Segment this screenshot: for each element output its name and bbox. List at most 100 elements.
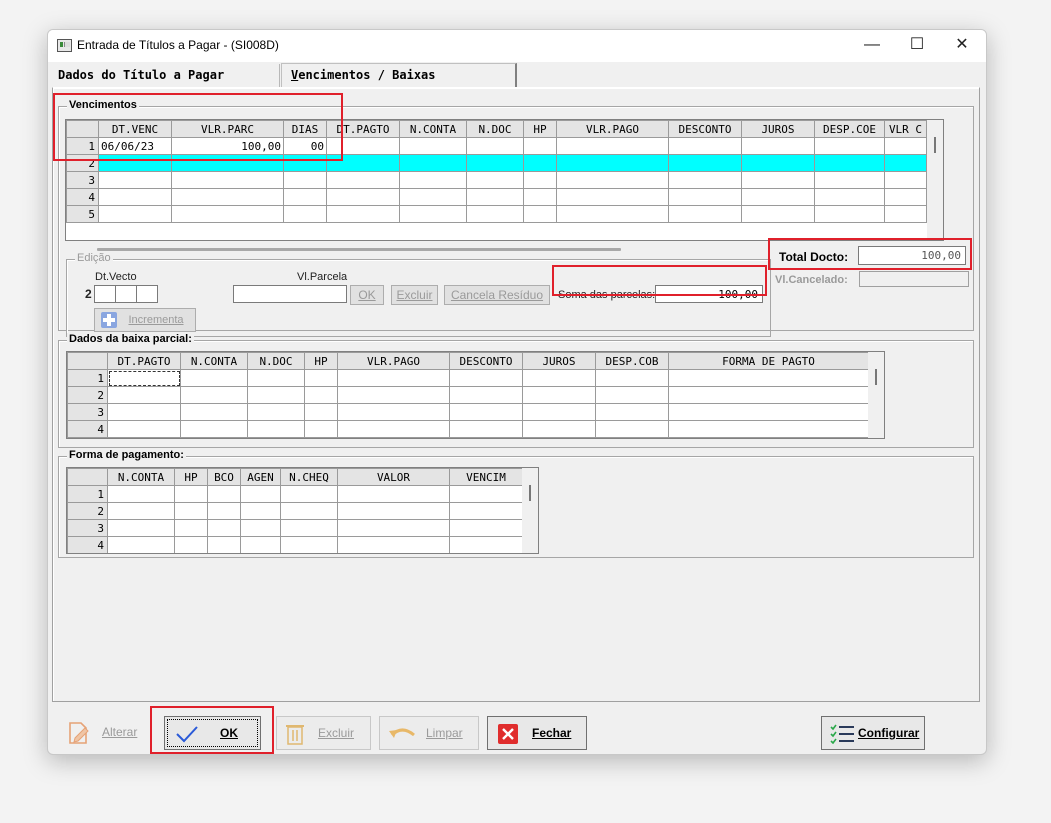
venc-col-desp-coe[interactable]: DESP.COE <box>814 120 885 138</box>
table-cell-n-conta[interactable] <box>399 188 467 206</box>
table-cell-vlr-pago[interactable] <box>556 205 669 223</box>
table-cell-desconto[interactable] <box>449 369 523 387</box>
table-cell-vlr-parc[interactable] <box>171 171 284 189</box>
cancela-residuo-button[interactable]: Cancela Resíduo <box>444 285 550 305</box>
baixa-vscrollbar[interactable] <box>868 352 884 438</box>
table-cell-agen[interactable] <box>240 519 281 537</box>
table-row[interactable]: 2 <box>67 502 523 520</box>
table-cell-hp[interactable] <box>523 188 557 206</box>
table-cell-n-doc[interactable] <box>247 420 305 438</box>
table-cell-desconto[interactable] <box>668 154 742 172</box>
table-cell-bco[interactable] <box>207 502 241 520</box>
table-cell-valor[interactable] <box>337 502 450 520</box>
table-cell-desp-coe[interactable] <box>814 154 885 172</box>
table-cell-desp-coe[interactable] <box>814 171 885 189</box>
table-cell-forma-de-pagto[interactable] <box>668 420 869 438</box>
table-row[interactable]: 5 <box>66 205 927 223</box>
table-cell-dt-pagto[interactable] <box>107 369 181 387</box>
table-cell-dt-venc[interactable] <box>98 171 172 189</box>
table-cell-vlr-pago[interactable] <box>337 369 450 387</box>
table-cell-desp-coe[interactable] <box>814 188 885 206</box>
baixa-col-juros[interactable]: JUROS <box>522 352 596 370</box>
table-cell-vlr-c[interactable] <box>884 137 927 155</box>
table-cell-vlr-parc[interactable] <box>171 205 284 223</box>
table-cell-vencim[interactable] <box>449 502 523 520</box>
row-number[interactable]: 2 <box>67 386 108 404</box>
table-row[interactable]: 3 <box>67 519 523 537</box>
table-cell-n-doc[interactable] <box>247 386 305 404</box>
table-cell-n-doc[interactable] <box>247 369 305 387</box>
table-cell-desp-cob[interactable] <box>595 386 669 404</box>
table-cell-agen[interactable] <box>240 485 281 503</box>
table-cell-dt-pagto[interactable] <box>326 171 400 189</box>
table-cell-vlr-parc[interactable]: 100,00 <box>171 137 284 155</box>
baixa-col-n-conta[interactable]: N.CONTA <box>180 352 248 370</box>
vl-parcela-field[interactable] <box>233 285 347 303</box>
table-cell-n-conta[interactable] <box>180 386 248 404</box>
table-cell-n-doc[interactable] <box>247 403 305 421</box>
venc-col-vlr-pago[interactable]: VLR.PAGO <box>556 120 669 138</box>
table-cell-n-conta[interactable] <box>399 171 467 189</box>
forma-col-agen[interactable]: AGEN <box>240 468 281 486</box>
table-cell-hp[interactable] <box>523 171 557 189</box>
table-cell-n-cheq[interactable] <box>280 502 338 520</box>
table-cell-desconto[interactable] <box>668 137 742 155</box>
row-number[interactable]: 3 <box>67 403 108 421</box>
table-cell-vencim[interactable] <box>449 536 523 553</box>
table-cell-vlr-pago[interactable] <box>337 403 450 421</box>
table-cell-juros[interactable] <box>741 171 815 189</box>
venc-col-dt-pagto[interactable]: DT.PAGTO <box>326 120 400 138</box>
table-cell-vlr-c[interactable] <box>884 171 927 189</box>
minimize-button[interactable]: — <box>849 30 895 62</box>
table-cell-juros[interactable] <box>741 188 815 206</box>
vencimentos-hscroll-thumb[interactable] <box>97 248 621 251</box>
row-number[interactable]: 2 <box>66 154 99 172</box>
table-cell-hp[interactable] <box>174 485 208 503</box>
table-row[interactable]: 2 <box>67 386 869 404</box>
table-cell-desconto[interactable] <box>668 205 742 223</box>
table-cell-vencim[interactable] <box>449 485 523 503</box>
table-cell-n-conta[interactable] <box>107 485 175 503</box>
table-row[interactable]: 1 <box>67 485 523 503</box>
table-cell-n-conta[interactable] <box>180 369 248 387</box>
table-cell-hp[interactable] <box>304 386 338 404</box>
configurar-button[interactable]: Configurar <box>821 716 925 750</box>
incrementa-button[interactable]: Incrementa <box>94 308 196 332</box>
table-cell-n-conta[interactable] <box>107 502 175 520</box>
dt-vecto-year-field[interactable] <box>136 285 158 303</box>
table-cell-dias[interactable] <box>283 205 327 223</box>
table-cell-n-doc[interactable] <box>466 137 524 155</box>
table-cell-desp-coe[interactable] <box>814 205 885 223</box>
table-cell-hp[interactable] <box>174 519 208 537</box>
table-cell-juros[interactable] <box>522 403 596 421</box>
row-number[interactable]: 4 <box>66 188 99 206</box>
table-cell-n-doc[interactable] <box>466 205 524 223</box>
table-cell-forma-de-pagto[interactable] <box>668 369 869 387</box>
table-cell-dt-pagto[interactable] <box>326 205 400 223</box>
table-cell-desp-cob[interactable] <box>595 369 669 387</box>
table-cell-vencim[interactable] <box>449 519 523 537</box>
table-cell-hp[interactable] <box>304 420 338 438</box>
venc-col-vlr-c[interactable]: VLR C <box>884 120 927 138</box>
limpar-button[interactable]: Limpar <box>379 716 479 750</box>
table-cell-valor[interactable] <box>337 519 450 537</box>
table-cell-vlr-pago[interactable] <box>556 137 669 155</box>
table-row[interactable]: 1 06/06/23 100,00 00 <box>66 137 927 155</box>
row-number[interactable]: 2 <box>67 502 108 520</box>
baixa-col-desp-cob[interactable]: DESP.COB <box>595 352 669 370</box>
table-cell-dt-pagto[interactable] <box>326 137 400 155</box>
vencimentos-grid[interactable]: DT.VENC VLR.PARC DIAS DT.PAGTO N.CONTA N.DOC H… <box>65 119 944 241</box>
table-cell-desconto[interactable] <box>449 403 523 421</box>
table-cell-vlr-c[interactable] <box>884 154 927 172</box>
table-row[interactable]: 3 <box>67 403 869 421</box>
table-cell-n-doc[interactable] <box>466 171 524 189</box>
table-cell-dt-venc[interactable]: 06/06/23 <box>98 137 172 155</box>
table-cell-n-cheq[interactable] <box>280 536 338 553</box>
close-button[interactable]: ✕ <box>939 30 985 62</box>
table-cell-dt-pagto[interactable] <box>107 420 181 438</box>
table-cell-dias[interactable] <box>283 188 327 206</box>
forma-col-vencim[interactable]: VENCIM <box>449 468 523 486</box>
table-cell-desp-cob[interactable] <box>595 403 669 421</box>
table-cell-vlr-parc[interactable] <box>171 188 284 206</box>
table-cell-dt-pagto[interactable] <box>107 386 181 404</box>
